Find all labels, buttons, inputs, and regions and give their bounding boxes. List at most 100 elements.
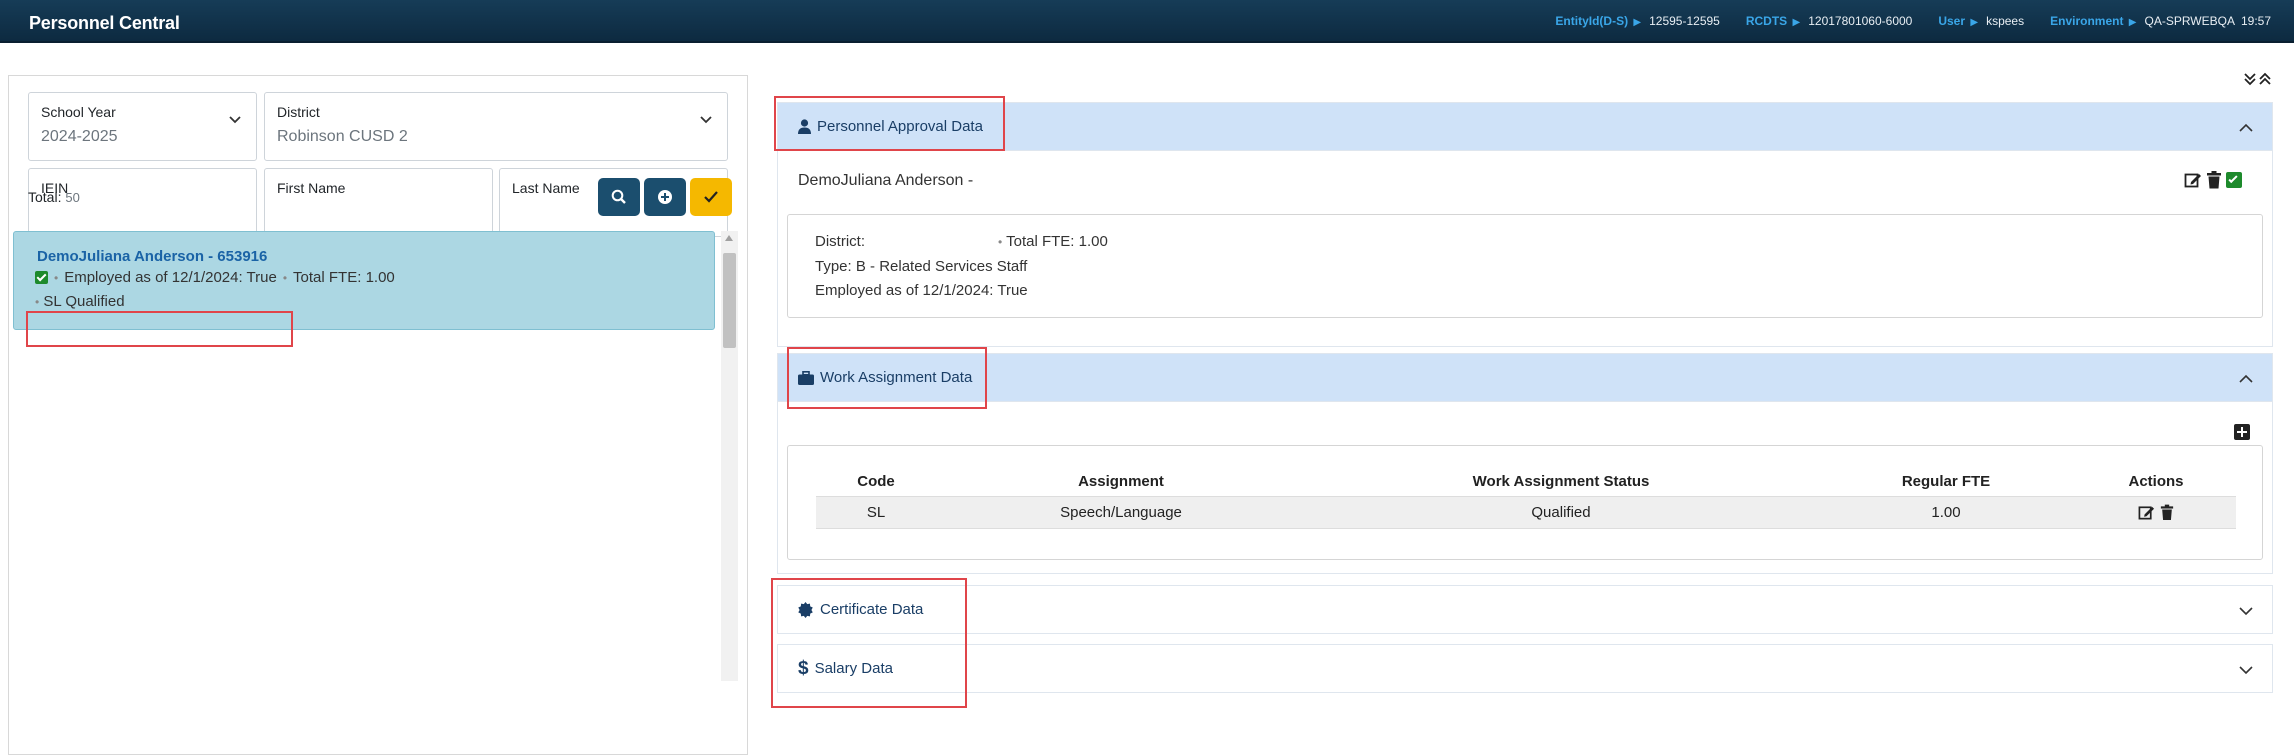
approval-details-card: District: • Total FTE: 1.00 Type: B - Re… [787,214,2263,318]
chevron-up-icon[interactable] [2238,371,2254,387]
cell-code: SL [816,495,936,529]
approval-fte: • Total FTE: 1.00 [998,233,1108,250]
approve-check-icon[interactable] [2226,172,2242,188]
result-detail-line: • Employed as of 12/1/2024: True • Total… [35,269,395,286]
app-title[interactable]: Personnel Central [29,13,180,34]
entity-value: 12595-12595 [1649,14,1720,28]
district-label: District [277,104,320,120]
table-header-row: Code Assignment Work Assignment Status R… [816,467,2236,496]
scrollbar[interactable] [721,231,738,681]
chevron-down-icon [700,116,712,124]
school-year-value: 2024-2025 [41,128,118,145]
certificate-badge-icon [798,601,813,618]
add-button[interactable] [644,178,686,216]
clock-time: 19:57 [2240,14,2271,28]
result-employed: Employed as of 12/1/2024: True [64,269,277,286]
column-header-fte: Regular FTE [1901,472,1991,490]
section-header-personnel-approval[interactable]: Personnel Approval Data [777,102,2273,151]
environment-info: Environment ▶ QA-SPRWEBQA 19:57 [2050,14,2271,28]
chevron-down-icon[interactable] [2238,603,2254,619]
first-name-input[interactable]: First Name [264,168,493,237]
section-header-salary[interactable]: $ Salary Data [777,644,2273,693]
search-button[interactable] [598,178,640,216]
school-year-label: School Year [41,104,116,120]
search-icon [611,189,626,204]
chevron-down-icon [229,116,241,124]
trash-icon[interactable] [2206,171,2222,189]
edit-icon[interactable] [2184,171,2202,189]
trash-icon[interactable] [2160,504,2174,521]
last-name-label: Last Name [512,180,580,196]
school-year-select[interactable]: School Year 2024-2025 [28,92,257,161]
plus-circle-icon [658,190,672,204]
arrow-icon: ▶ [2128,17,2137,28]
environment-value: QA-SPRWEBQA [2144,14,2235,28]
briefcase-icon [798,370,814,385]
total-count: Total: 50 [28,189,80,205]
context-info: EntityId(D-S) ▶ 12595-12595 RCDTS ▶ 120178… [1555,14,2271,28]
district-value: Robinson CUSD 2 [277,128,408,145]
rcdts-value: 12017801060-6000 [1808,14,1913,28]
approval-fte-value: Total FTE: 1.00 [1006,233,1108,250]
section-title: Certificate Data [798,601,923,618]
checkbox-checked-icon [35,271,48,284]
result-qualification-line: • SL Qualified [35,293,125,310]
work-assignment-title: Work Assignment Data [820,369,973,386]
section-title: Personnel Approval Data [798,118,983,135]
list-item[interactable]: DemoJuliana Anderson - 653916 • Employed… [13,231,715,330]
top-navbar: Personnel Central EntityId(D-S) ▶ 12595-1… [0,0,2294,43]
approval-type: Type: B - Related Services Staff [815,258,1028,275]
entity-label: EntityId(D-S) [1555,14,1629,28]
user-value: kspees [1986,14,2025,28]
section-title: Work Assignment Data [798,369,972,386]
personnel-approval-title: Personnel Approval Data [817,118,983,135]
chevron-down-icon[interactable] [2238,662,2254,678]
section-header-work-assignment[interactable]: Work Assignment Data [777,353,2273,402]
user-label: User [1938,14,1966,28]
arrow-icon: ▶ [1970,17,1979,28]
arrow-icon: ▶ [1792,17,1801,28]
cell-status: Qualified [1306,495,1816,529]
table-row: SL Speech/Language Qualified 1.00 [816,495,2236,529]
check-icon [704,191,718,203]
column-header-status: Work Assignment Status [1472,472,1650,490]
column-header-assignment: Assignment [1078,472,1164,490]
total-label: Total: [28,189,62,205]
cell-actions [2076,495,2236,529]
scroll-thumb[interactable] [723,253,736,348]
dollar-icon: $ [798,658,809,679]
result-fte: Total FTE: 1.00 [293,269,395,286]
section-header-certificate[interactable]: Certificate Data [777,585,2273,634]
edit-icon[interactable] [2138,504,2155,521]
certificate-title: Certificate Data [820,601,924,618]
bullet-icon: • [998,235,1003,249]
environment-label: Environment [2050,14,2124,28]
arrow-icon: ▶ [1633,17,1642,28]
section-title: $ Salary Data [798,659,893,678]
scroll-up-arrow-icon[interactable] [725,235,733,241]
approval-district: District: [815,233,865,250]
add-work-assignment-icon[interactable] [2234,424,2250,440]
approval-person-name: DemoJuliana Anderson - [798,172,974,189]
result-qualification: SL Qualified [43,293,125,310]
cell-fte: 1.00 [1816,495,2076,529]
first-name-label: First Name [277,180,346,196]
total-value: 50 [65,190,80,205]
entity-info: EntityId(D-S) ▶ 12595-12595 [1555,14,1719,28]
cell-assignment: Speech/Language [936,495,1306,529]
user-info: User ▶ kspees [1938,14,2024,28]
expand-collapse-all[interactable] [2243,72,2272,86]
work-assignment-card: Code Assignment Work Assignment Status R… [787,445,2263,560]
district-select[interactable]: District Robinson CUSD 2 [264,92,728,161]
bullet-icon: • [54,270,59,285]
bullet-icon: • [282,270,288,285]
column-header-code: Code [857,472,895,490]
rcdts-label: RCDTS [1745,14,1788,28]
double-chevron-down-icon[interactable] [2243,72,2257,86]
chevron-up-icon[interactable] [2238,120,2254,136]
salary-title: Salary Data [814,660,893,677]
approve-button[interactable] [690,178,732,216]
double-chevron-up-icon[interactable] [2258,72,2272,86]
result-name[interactable]: DemoJuliana Anderson - 653916 [37,248,267,265]
user-icon [798,119,811,134]
